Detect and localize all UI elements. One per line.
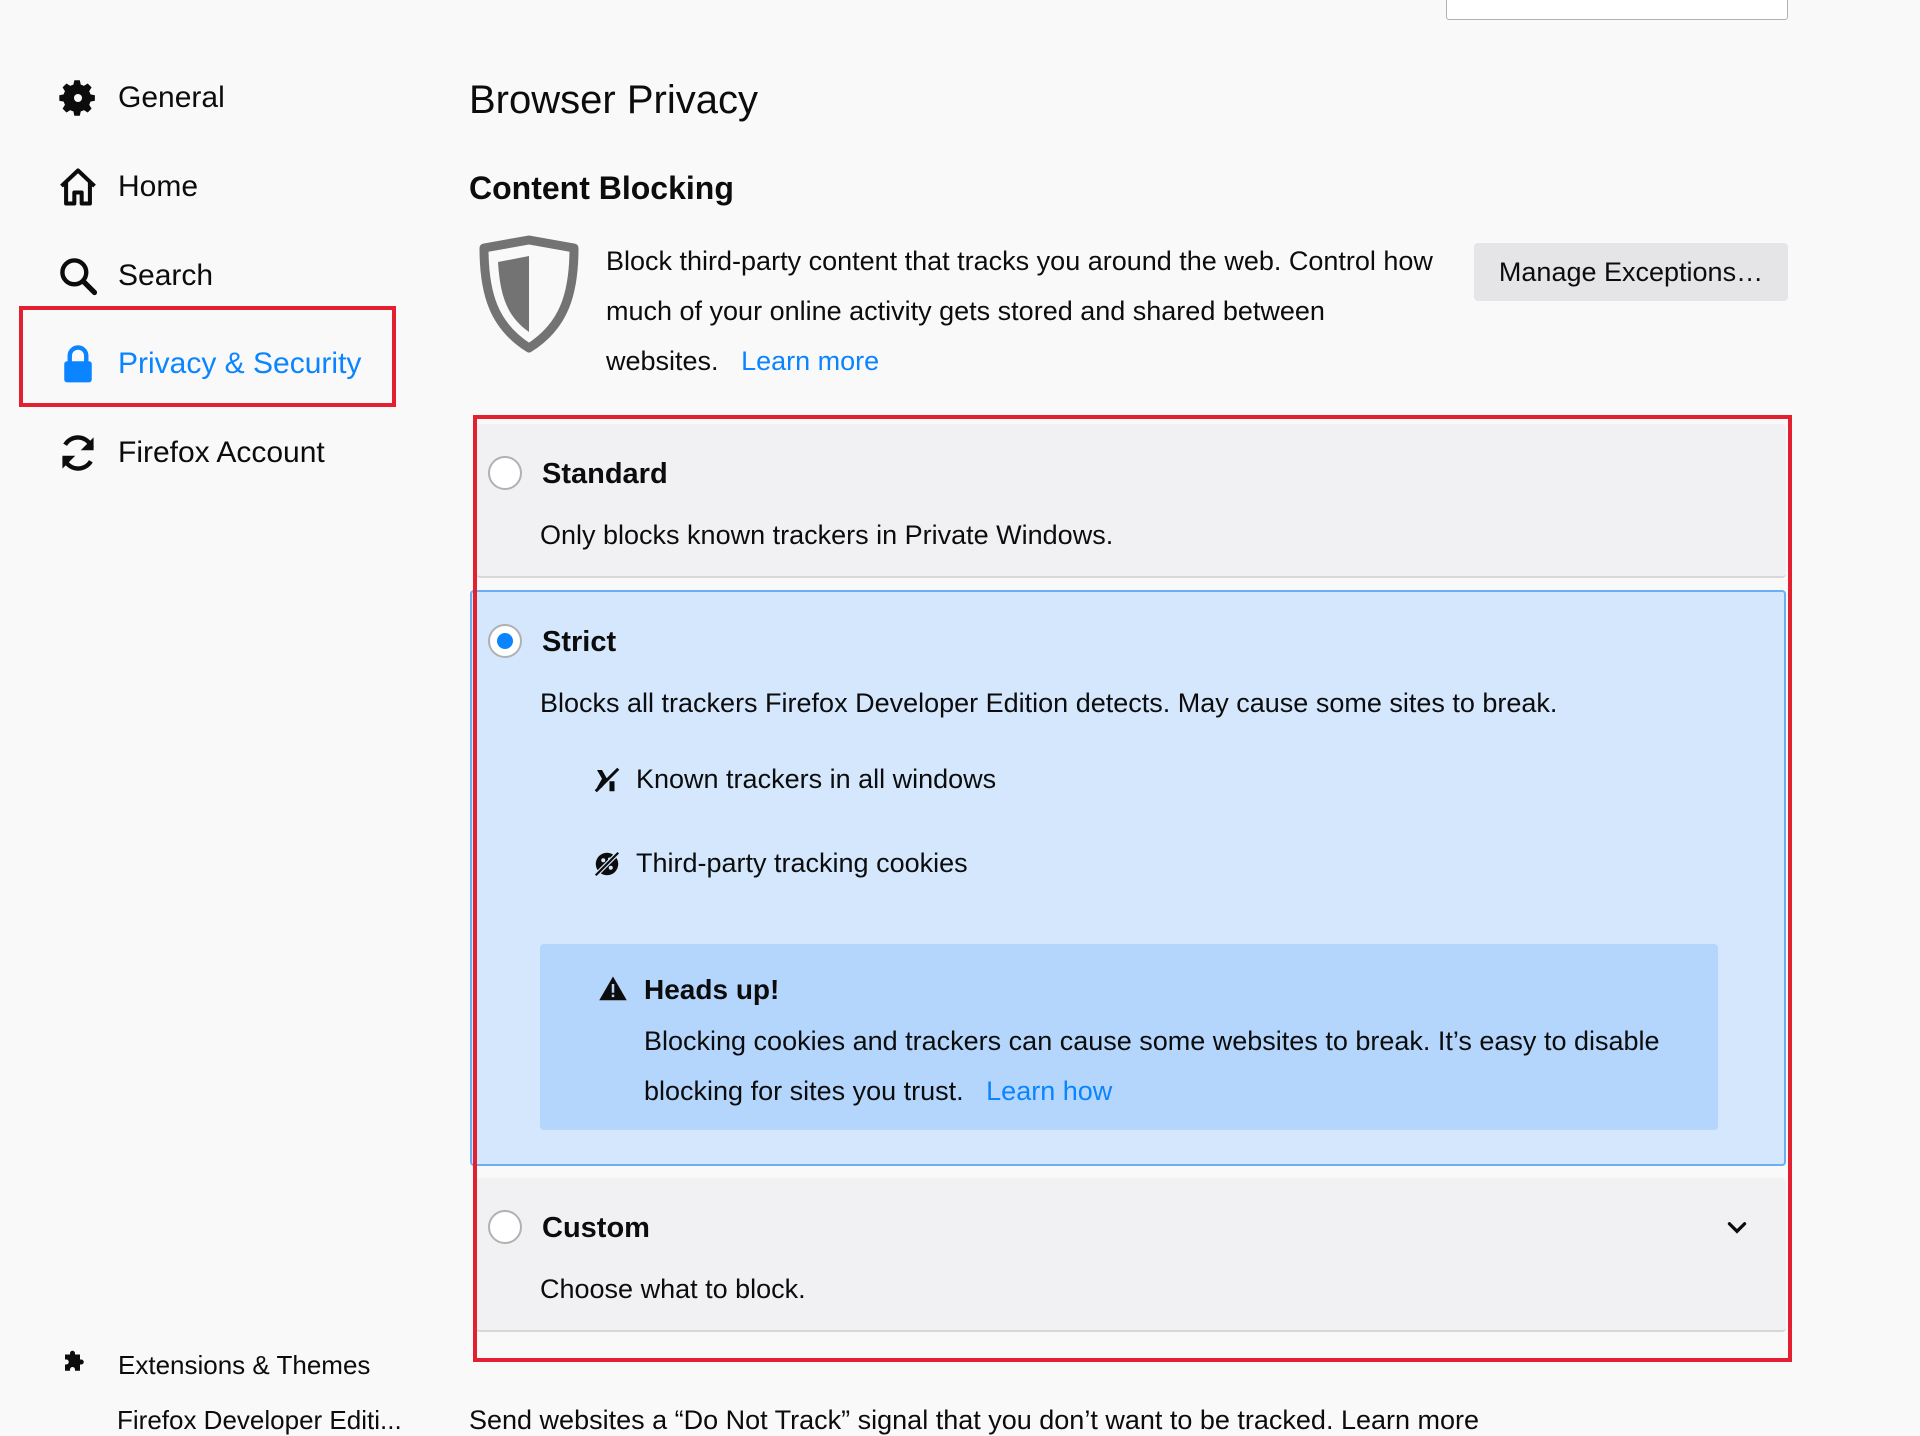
sidebar: General Home Search Privacy & Security F… xyxy=(0,0,420,1435)
manage-exceptions-button[interactable]: Manage Exceptions… xyxy=(1474,243,1788,301)
sidebar-item-label: Search xyxy=(118,259,214,292)
gear-icon xyxy=(54,74,102,122)
shield-icon xyxy=(476,234,582,354)
search-icon xyxy=(54,252,102,300)
sidebar-item-search[interactable]: Search xyxy=(54,246,213,306)
section-title: Content Blocking xyxy=(469,170,734,206)
page-title: Browser Privacy xyxy=(469,78,758,122)
content-blocking-description: Block third-party content that tracks yo… xyxy=(606,246,1433,376)
options-highlight-box xyxy=(473,415,1792,1362)
sidebar-item-firefox-account[interactable]: Firefox Account xyxy=(54,423,325,483)
home-icon xyxy=(54,163,102,211)
sync-icon xyxy=(54,429,102,477)
sidebar-item-label: Home xyxy=(118,170,199,203)
sidebar-item-general[interactable]: General xyxy=(54,68,225,128)
selection-highlight-box xyxy=(19,306,396,407)
learn-more-link[interactable]: Learn more xyxy=(741,346,879,376)
puzzle-icon xyxy=(60,1347,96,1383)
find-in-options-input[interactable] xyxy=(1446,0,1788,20)
sidebar-item-label: Firefox Account xyxy=(118,436,325,469)
sidebar-item-home[interactable]: Home xyxy=(54,157,198,217)
sidebar-item-label: Extensions & Themes xyxy=(118,1349,371,1380)
sidebar-item-extensions-themes[interactable]: Extensions & Themes xyxy=(60,1345,370,1385)
sidebar-item-label: General xyxy=(118,81,225,114)
